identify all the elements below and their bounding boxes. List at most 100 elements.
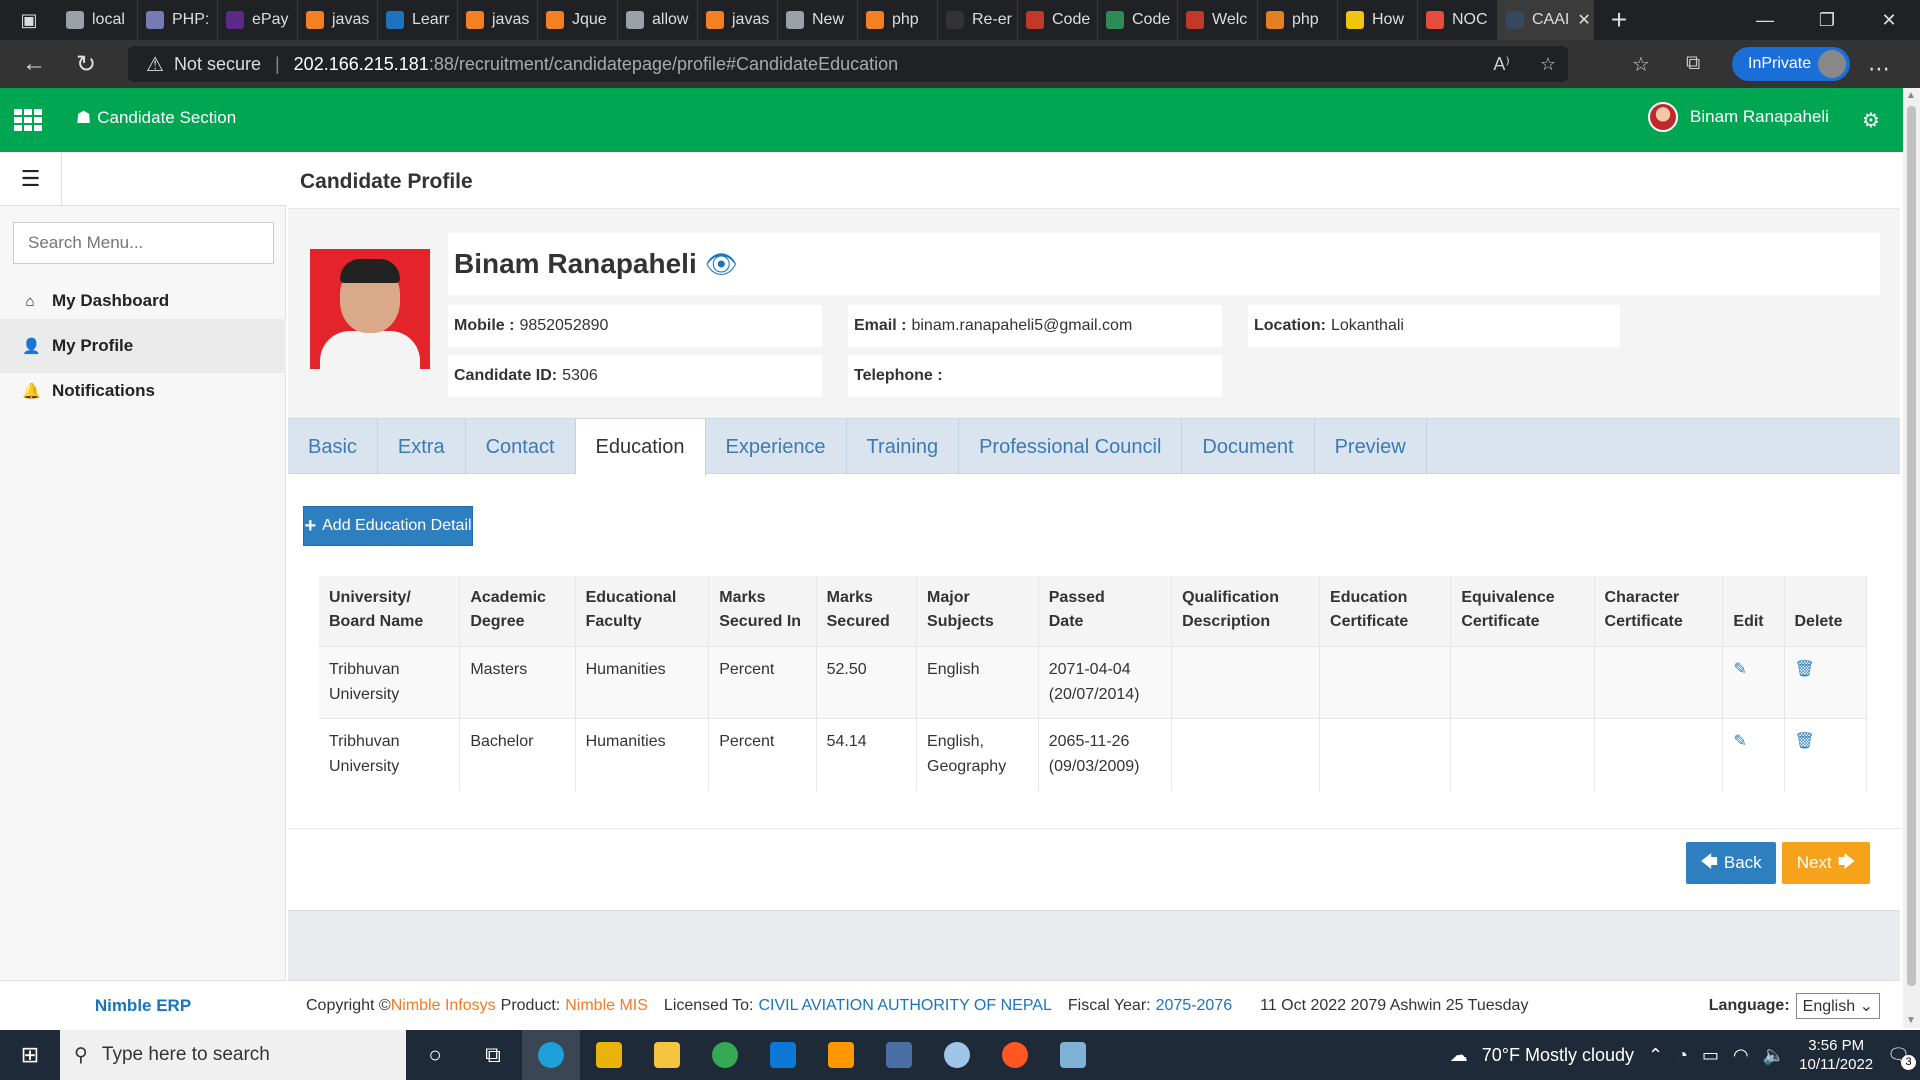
new-tab-button[interactable]: + [1594, 4, 1644, 36]
scroll-up-arrow[interactable]: ▲ [1906, 90, 1916, 101]
tab-education[interactable]: Education [575, 419, 706, 476]
cell-line: English, [927, 733, 984, 750]
app-taskbar-icon[interactable] [1044, 1030, 1102, 1080]
browser-tab[interactable]: How [1338, 0, 1418, 40]
scroll-down-arrow[interactable]: ▼ [1906, 1015, 1916, 1026]
sidebar-footer-brand: Nimble ERP [0, 980, 286, 1030]
candidate-id-value: 5306 [562, 367, 598, 384]
browser-tab[interactable]: javas [698, 0, 778, 40]
browser-tab[interactable]: Welc [1178, 0, 1258, 40]
maximize-button[interactable]: ❐ [1796, 0, 1858, 40]
firefox-taskbar-icon[interactable] [986, 1030, 1044, 1080]
user-menu[interactable]: Binam Ranapaheli [1648, 102, 1829, 132]
browser-tab[interactable]: local [58, 0, 138, 40]
close-window-button[interactable]: ✕ [1858, 0, 1920, 40]
close-tab-icon[interactable]: ✕ [1577, 10, 1590, 30]
browser-tab[interactable]: Code [1018, 0, 1098, 40]
taskbar-search[interactable]: ⚲ Type here to search [60, 1030, 406, 1080]
add-favorite-icon[interactable]: ☆ [1540, 54, 1556, 75]
cell-degree: Bachelor [459, 718, 576, 791]
chrome-taskbar-icon[interactable] [696, 1030, 754, 1080]
trash-icon[interactable]: 🗑 [1795, 661, 1815, 678]
tab-actions-icon[interactable]: ▣ [0, 0, 58, 40]
cell-university: Tribhuvan University [319, 718, 461, 791]
minimize-button[interactable]: — [1734, 0, 1796, 40]
browser-tab[interactable]: CAAI ✕ [1498, 0, 1594, 40]
hamburger-menu-icon[interactable]: ☰ [0, 152, 62, 206]
notes-taskbar-icon[interactable] [870, 1030, 928, 1080]
browser-tab[interactable]: Code [1098, 0, 1178, 40]
read-aloud-icon[interactable]: A⁾ [1493, 54, 1509, 75]
network-icon[interactable]: ◔ [1677, 1045, 1688, 1066]
settings-cog-icon[interactable]: ⚙ [1862, 108, 1880, 133]
tab-extra[interactable]: Extra [378, 419, 466, 475]
browser-tab[interactable]: PHP: [138, 0, 218, 40]
edit-icon[interactable]: ✎ [1733, 733, 1746, 750]
tab-experience[interactable]: Experience [706, 419, 847, 475]
browser-tab[interactable]: allow [618, 0, 698, 40]
back-button[interactable]: 🡄 Back [1686, 842, 1776, 884]
trash-icon[interactable]: 🗑 [1795, 733, 1815, 750]
email-value: binam.ranapaheli5@gmail.com [911, 317, 1133, 334]
next-button[interactable]: Next 🡆 [1782, 842, 1870, 884]
tab-label: New [812, 11, 845, 28]
footer-date: 11 Oct 2022 2079 Ashwin 25 Tuesday [1260, 996, 1529, 1014]
notification-center-icon[interactable]: 🗨 3 [1887, 1045, 1916, 1070]
favorites-icon[interactable]: ☆ [1632, 52, 1650, 77]
refresh-button[interactable]: ↻ [60, 40, 112, 88]
column-header-line: Board Name [329, 613, 424, 630]
cell-char-cert [1594, 718, 1724, 791]
browser-tab[interactable]: php [1258, 0, 1338, 40]
inprivate-badge[interactable]: InPrivate [1732, 47, 1850, 81]
browser-tab[interactable]: php [858, 0, 938, 40]
sidebar-item-notifications[interactable]: 🔔 Notifications [0, 364, 286, 418]
mail-taskbar-icon[interactable] [754, 1030, 812, 1080]
apps-grid-icon[interactable] [14, 109, 42, 131]
weather-text[interactable]: 70°F Mostly cloudy [1482, 1045, 1634, 1066]
tab-preview[interactable]: Preview [1315, 419, 1427, 475]
search-menu-input[interactable] [13, 222, 274, 264]
url-field[interactable]: ⚠ Not secure | 202.166.215.181 :88/recru… [128, 46, 1568, 82]
cell-marks: 52.50 [816, 646, 918, 719]
store-taskbar-icon[interactable] [580, 1030, 638, 1080]
page-scrollbar[interactable]: ▲ ▼ [1903, 88, 1920, 1028]
add-education-button[interactable]: + Add Education Detail [303, 506, 473, 546]
browser-tab[interactable]: Re-er [938, 0, 1018, 40]
browser-tab[interactable]: New [778, 0, 858, 40]
company-link[interactable]: Nimble Infosys [391, 997, 496, 1015]
browser-tab[interactable]: ePay [218, 0, 298, 40]
cortana-icon[interactable]: ○ [406, 1030, 464, 1080]
mobile-value: 9852052890 [519, 317, 609, 334]
task-view-icon[interactable]: ⧉ [464, 1030, 522, 1080]
browser-tab[interactable]: javas [458, 0, 538, 40]
battery-icon[interactable]: ▭ [1702, 1045, 1719, 1066]
edit-icon[interactable]: ✎ [1733, 661, 1746, 678]
browser-tab[interactable]: NOC [1418, 0, 1498, 40]
back-nav-button[interactable]: ← [8, 40, 60, 88]
collections-icon[interactable]: ⧉ [1686, 52, 1700, 75]
more-menu-icon[interactable]: ⋯ [1868, 56, 1890, 82]
volume-icon[interactable]: 🔈 [1763, 1045, 1785, 1066]
tab-training[interactable]: Training [847, 419, 960, 475]
explorer-taskbar-icon[interactable] [638, 1030, 696, 1080]
wifi-icon[interactable]: ◠ [1733, 1045, 1749, 1066]
browser-tab[interactable]: javas [298, 0, 378, 40]
tray-chevron-icon[interactable]: ⌃ [1648, 1045, 1663, 1066]
tab-basic[interactable]: Basic [288, 419, 378, 475]
eye-icon[interactable]: 👁 [705, 249, 738, 280]
cell-subjects: English [916, 646, 1039, 719]
browser-tab[interactable]: Jque [538, 0, 618, 40]
paint-taskbar-icon[interactable] [928, 1030, 986, 1080]
tab-document[interactable]: Document [1182, 419, 1315, 475]
url-icons: A⁾ ☆ [1493, 46, 1556, 82]
scrollbar-thumb[interactable] [1907, 106, 1916, 986]
browser-tab[interactable]: Learr [378, 0, 458, 40]
tab-professional-council[interactable]: Professional Council [959, 419, 1183, 475]
sublime-taskbar-icon[interactable] [812, 1030, 870, 1080]
language-select[interactable]: English ⌄ [1795, 993, 1880, 1019]
windows-start-icon[interactable]: ⊞ [0, 1030, 60, 1080]
sidebar-item-label: My Dashboard [52, 291, 170, 310]
tab-contact[interactable]: Contact [466, 419, 576, 475]
taskbar-clock[interactable]: 3:56 PM 10/11/2022 [1799, 1036, 1873, 1074]
edge-taskbar-icon[interactable] [522, 1030, 580, 1080]
